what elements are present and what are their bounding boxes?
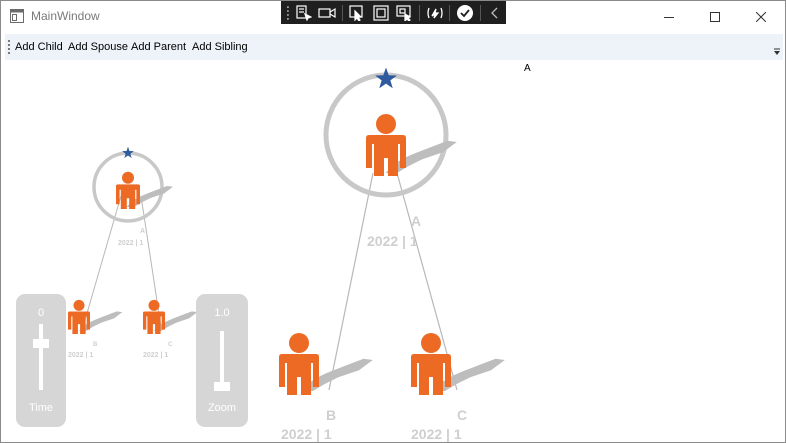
person-icon[interactable] (411, 333, 451, 395)
node-date: 2022 | 1 (118, 240, 144, 247)
node-date: 2022 | 1 (68, 352, 94, 359)
node-date: 2022 | 1 (411, 426, 462, 442)
zoom-slider-thumb[interactable] (214, 382, 230, 391)
time-slider-panel: 0 Time (16, 294, 66, 427)
person-icon[interactable] (279, 333, 319, 395)
star-icon (122, 146, 134, 159)
node-date: 2022 | 1 (281, 426, 332, 442)
time-label: Time (28, 402, 54, 414)
time-slider-track[interactable] (39, 324, 43, 390)
person-shadow (301, 358, 373, 391)
node-name: A (140, 228, 146, 235)
tree-link (82, 195, 122, 328)
node-name: B (93, 342, 98, 348)
person-icon[interactable] (366, 114, 406, 176)
zoom-value: 1.0 (214, 307, 230, 319)
star-icon (375, 67, 397, 89)
zoom-label: Zoom (207, 402, 237, 414)
time-value: 0 (37, 307, 45, 319)
family-tree-canvas[interactable] (1, 1, 785, 442)
node-name: C (457, 407, 468, 423)
node-name: B (326, 407, 337, 423)
node-date: 2022 | 1 (143, 352, 169, 359)
tree-link (328, 172, 374, 391)
node-name: C (168, 342, 173, 348)
node-name: A (411, 213, 422, 229)
node-date: 2022 | 1 (367, 233, 418, 249)
main-window: MainWindow Add Child Add Spouse Add Pare… (0, 0, 786, 443)
time-slider-thumb[interactable] (33, 339, 49, 348)
zoom-slider-panel: 1.0 Zoom (196, 294, 248, 427)
person-shadow (433, 358, 505, 391)
